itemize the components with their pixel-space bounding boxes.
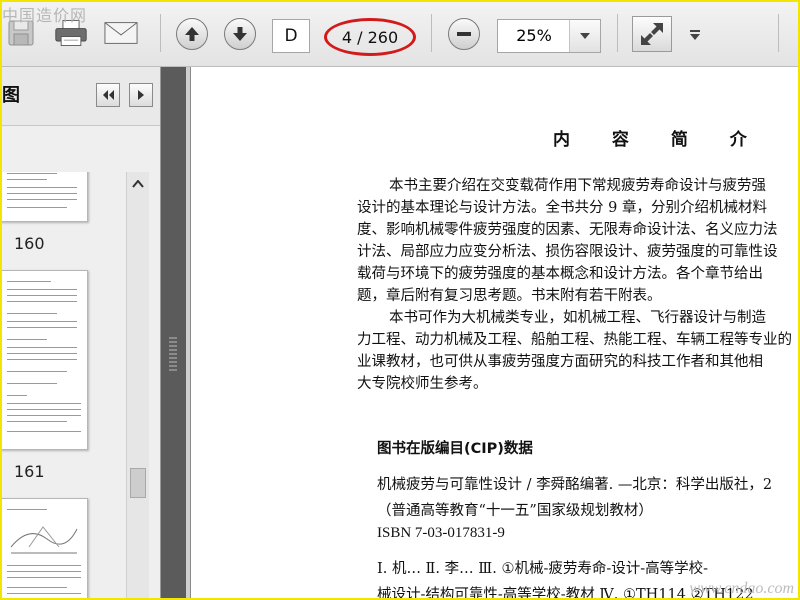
text-line: 本书可作为大机械类专业，如机械工程、飞行器设计与制造 — [389, 310, 766, 326]
thumbnail-label: 161 — [14, 462, 45, 481]
thumbnail-scrollbar[interactable] — [126, 172, 149, 600]
arrow-up-icon — [176, 18, 208, 50]
text-line: 设计的基本理论与设计方法。全书共分 9 章，分别介绍机械材料 — [357, 200, 767, 216]
text-line: 大专院校师生参考。 — [357, 376, 488, 392]
panel-header: 图 — [0, 67, 160, 126]
page-thumbnail[interactable] — [0, 498, 88, 600]
collapse-panel-button[interactable] — [129, 83, 153, 107]
text-line: 题，章后附有复习思考题。书末附有若干附表。 — [357, 288, 662, 304]
intro-paragraph-1: 本书主要介绍在交变载荷作用下常规疲劳寿命设计与疲劳强 设计的基本理论与设计方法。… — [357, 175, 800, 307]
intro-paragraph-2: 本书可作为大机械类专业，如机械工程、飞行器设计与制造 力工程、动力机械及工程、船… — [357, 307, 800, 395]
panel-options-button[interactable] — [96, 83, 120, 107]
toolbar-separator — [160, 14, 161, 52]
email-button[interactable] — [104, 18, 138, 48]
splitter-grip-icon — [169, 337, 177, 371]
zoom-value: 25% — [516, 26, 552, 45]
cip-line: Ⅰ. 机… Ⅱ. 李… Ⅲ. ①机械-疲劳寿命-设计-高等学校- — [377, 561, 709, 577]
chevron-down-icon[interactable] — [569, 20, 600, 52]
panel-title: 图 — [2, 85, 20, 106]
thumbnails-panel: 图 160 161 — [0, 67, 161, 600]
toolbar-separator — [617, 14, 618, 52]
page-number-input[interactable]: D — [272, 19, 310, 53]
page-thumbnail[interactable] — [0, 270, 88, 450]
double-chevron-left-icon — [103, 90, 114, 100]
page-heading: 内 容 简 介 — [553, 130, 765, 150]
expand-arrows-icon — [632, 16, 672, 52]
cip-line: 机械疲劳与可靠性设计 / 李舜酩编著. —北京：科学出版社，2 — [377, 477, 773, 493]
toolbar: D 4 / 260 25% — [0, 0, 800, 67]
chevron-right-icon — [138, 90, 144, 100]
page-count-display: 4 / 260 — [324, 18, 416, 56]
isbn-line: ISBN 7-03-017831-9 — [377, 525, 505, 541]
scrollbar-thumb[interactable] — [130, 468, 146, 498]
toolbar-separator — [431, 14, 432, 52]
text-line: 度、影响机械零件疲劳强度的因素、无限寿命设计法、名义应力法 — [357, 222, 778, 238]
page-thumbnail[interactable] — [0, 172, 88, 222]
text-line: 业课教材，也可供从事疲劳强度方面研究的科技工作者和其他相 — [357, 354, 763, 370]
thumbnail-label: 160 — [14, 234, 45, 253]
fit-page-button[interactable] — [632, 16, 672, 52]
text-line: 载荷与环境下的疲劳强度的基本概念和设计方法。各个章节给出 — [357, 266, 763, 282]
panel-splitter[interactable] — [161, 67, 186, 600]
thumbnail-figure — [10, 526, 78, 554]
toolbar-separator — [778, 14, 779, 52]
cip-heading: 图书在版编目(CIP)数据 — [377, 441, 533, 457]
zoom-select[interactable]: 25% — [497, 19, 601, 53]
previous-page-button[interactable] — [176, 18, 208, 50]
watermark-bottom-right: www.cndao.com — [689, 580, 794, 597]
options-dropdown-icon — [690, 30, 700, 40]
document-page: 内 容 简 介 本书主要介绍在交变载荷作用下常规疲劳寿命设计与疲劳强 设计的基本… — [190, 67, 800, 600]
watermark-top-left: 中国造价网 — [2, 6, 88, 25]
zoom-out-button[interactable] — [448, 18, 480, 50]
text-line: 力工程、动力机械及工程、船舶工程、热能工程、车辆工程等专业的 — [357, 332, 792, 348]
document-view[interactable]: 内 容 简 介 本书主要介绍在交变载荷作用下常规疲劳寿命设计与疲劳强 设计的基本… — [186, 67, 800, 600]
envelope-icon — [104, 18, 138, 48]
cip-line: （普通高等教育“十一五”国家级规划教材） — [377, 503, 653, 519]
text-line: 计法、局部应力应变分析法、损伤容限设计、疲劳强度的可靠性设 — [357, 244, 778, 260]
next-page-button[interactable] — [224, 18, 256, 50]
chevron-up-icon[interactable] — [127, 172, 149, 196]
arrow-down-icon — [224, 18, 256, 50]
text-line: 本书主要介绍在交变载荷作用下常规疲劳寿命设计与疲劳强 — [389, 178, 766, 194]
thumbnail-list: 160 161 — [0, 172, 126, 600]
toolbar-options-button[interactable] — [688, 26, 702, 45]
minus-icon — [448, 18, 480, 50]
